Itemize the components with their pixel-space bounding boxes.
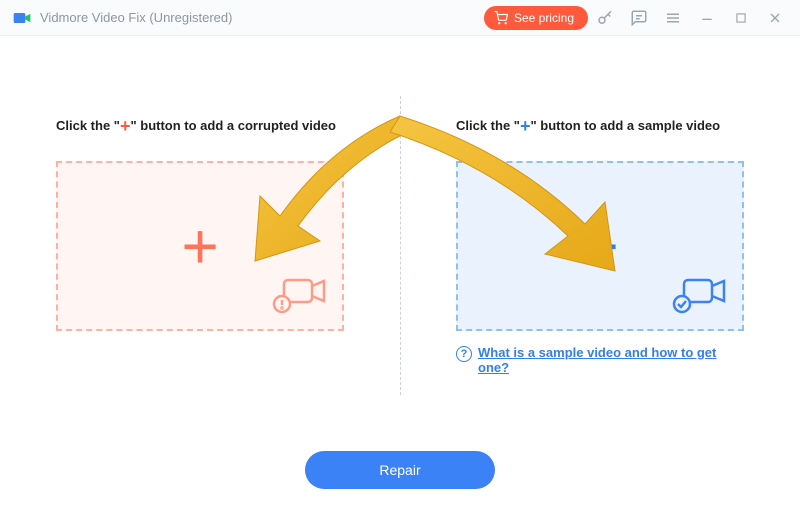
app-title: Vidmore Video Fix (Unregistered): [40, 10, 232, 25]
help-question-icon: ?: [456, 346, 472, 362]
menu-icon[interactable]: [656, 0, 690, 36]
main-content: Click the "+" button to add a corrupted …: [0, 36, 800, 515]
add-sample-video-dropzone[interactable]: +: [456, 161, 744, 331]
plus-icon: +: [581, 214, 618, 278]
corrupted-video-column: Click the "+" button to add a corrupted …: [0, 36, 400, 515]
plus-red-inline-icon: +: [120, 116, 131, 136]
titlebar: Vidmore Video Fix (Unregistered) See pri…: [0, 0, 800, 36]
maximize-button[interactable]: [724, 0, 758, 36]
sample-video-column: Click the "+" button to add a sample vid…: [400, 36, 800, 515]
close-button[interactable]: [758, 0, 792, 36]
plus-icon: +: [181, 214, 218, 278]
repair-label: Repair: [379, 462, 420, 478]
feedback-icon[interactable]: [622, 0, 656, 36]
repair-button[interactable]: Repair: [305, 451, 495, 489]
register-key-icon[interactable]: [588, 0, 622, 36]
sample-help-link[interactable]: What is a sample video and how to get on…: [478, 345, 744, 375]
see-pricing-label: See pricing: [514, 11, 574, 25]
sample-heading: Click the "+" button to add a sample vid…: [456, 116, 744, 137]
add-corrupted-video-dropzone[interactable]: +: [56, 161, 344, 331]
sample-camera-icon: [672, 274, 728, 319]
minimize-button[interactable]: [690, 0, 724, 36]
plus-blue-inline-icon: +: [520, 116, 531, 136]
corrupted-heading: Click the "+" button to add a corrupted …: [56, 116, 344, 137]
see-pricing-button[interactable]: See pricing: [484, 6, 588, 30]
corrupted-camera-icon: [272, 274, 328, 319]
app-logo-icon: [12, 8, 32, 28]
sample-help-row: ? What is a sample video and how to get …: [456, 345, 744, 375]
